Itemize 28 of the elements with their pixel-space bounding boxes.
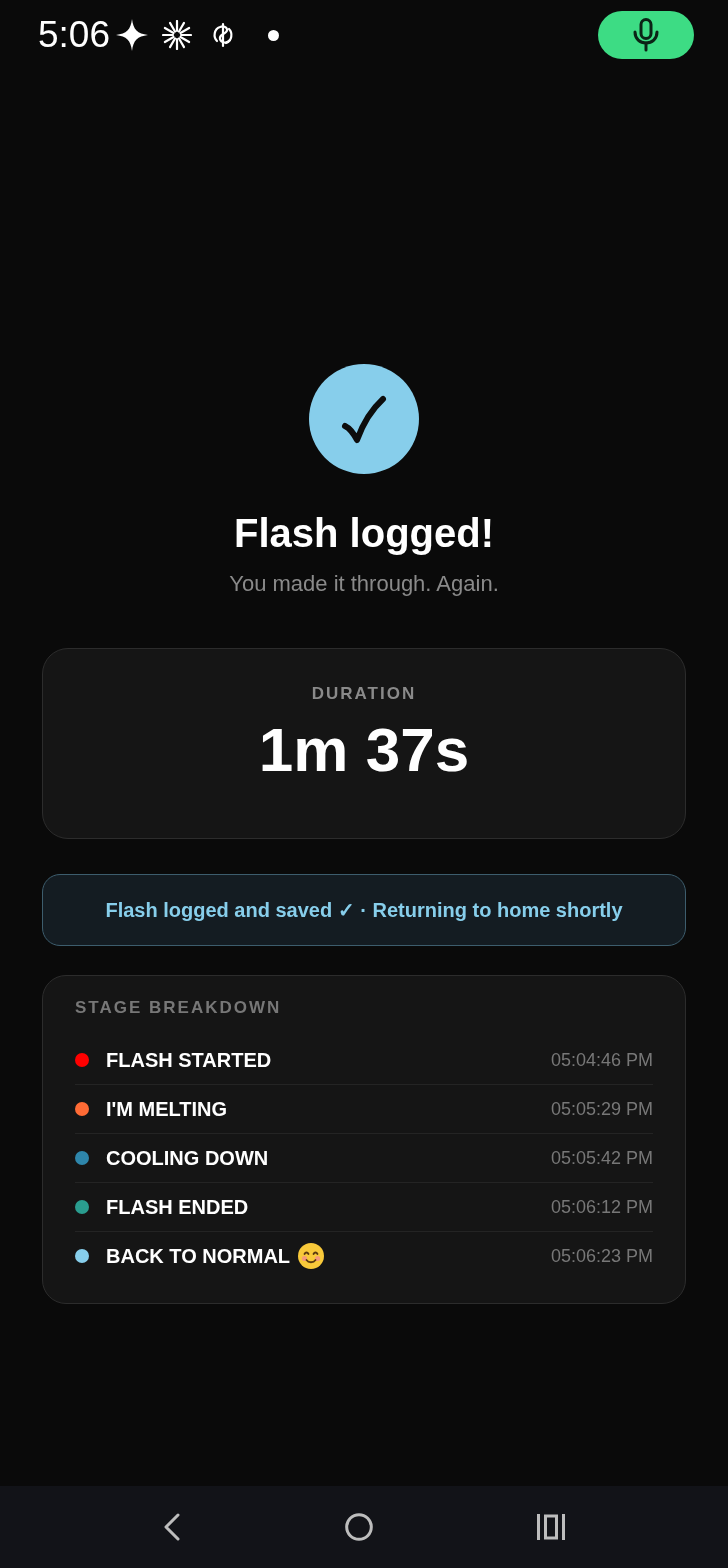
microphone-icon (633, 18, 659, 52)
back-icon[interactable] (163, 1513, 181, 1541)
stage-name: BACK TO NORMAL (106, 1244, 291, 1268)
notification-dot-icon (268, 29, 279, 41)
stage-breakdown-title: STAGE BREAKDOWN (75, 998, 283, 1018)
stage-time: 05:05:29 PM (550, 1098, 653, 1120)
stage-name: FLASH ENDED (106, 1195, 249, 1219)
check-circle-icon (309, 364, 419, 474)
stage-name: COOLING DOWN (106, 1146, 269, 1170)
stage-time: 05:05:42 PM (550, 1147, 653, 1169)
sparkle-icon (116, 19, 148, 51)
stage-name: FLASH STARTED (106, 1048, 272, 1072)
stage-time: 05:06:12 PM (550, 1196, 653, 1218)
confirmation-subtitle: You made it through. Again. (229, 570, 499, 598)
duration-label: DURATION (311, 684, 417, 704)
status-time: 5:06 (38, 14, 110, 56)
home-icon[interactable] (345, 1513, 373, 1541)
stage-time: 05:04:46 PM (550, 1049, 653, 1071)
duration-value: 1m 37s (258, 714, 470, 786)
starburst-icon (162, 20, 192, 50)
stage-time: 05:06:23 PM (550, 1245, 653, 1267)
confirmation-title: Flash logged! (234, 510, 494, 557)
microphone-indicator[interactable] (598, 11, 694, 59)
stage-name: I'M MELTING (106, 1097, 228, 1121)
swirl-icon (210, 22, 236, 48)
saved-message: Flash logged and saved ✓ · Returning to home shortly (105, 898, 623, 922)
smiling-face-icon (298, 1243, 325, 1269)
recent-apps-icon[interactable] (537, 1514, 565, 1540)
